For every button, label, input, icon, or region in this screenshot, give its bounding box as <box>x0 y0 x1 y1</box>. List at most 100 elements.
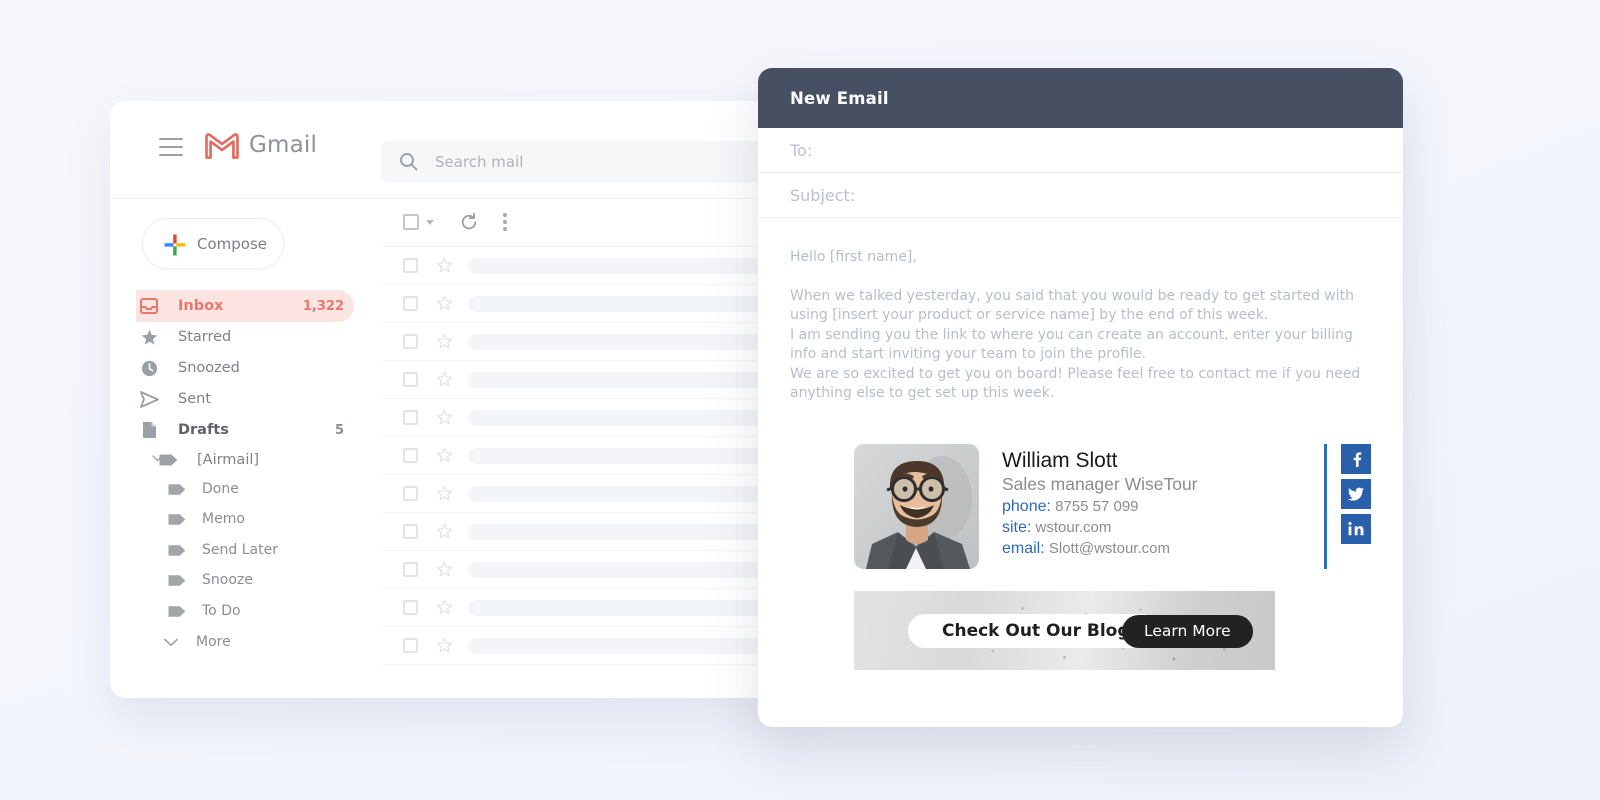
avatar <box>854 443 979 569</box>
sidebar-item-label: More <box>196 634 231 650</box>
sidebar-item-label: Starred <box>178 329 232 345</box>
gmail-sidebar: Compose Inbox 1,322 Starred Snoozed Sent… <box>110 199 381 698</box>
select-all-checkbox[interactable] <box>403 214 419 230</box>
star-icon[interactable] <box>436 447 453 464</box>
mail-list-row[interactable] <box>381 627 810 665</box>
mail-list-row[interactable] <box>381 361 810 399</box>
star-icon[interactable] <box>436 295 453 312</box>
row-checkbox[interactable] <box>403 486 418 501</box>
sidebar-item-send-later[interactable]: Send Later <box>136 535 354 565</box>
compose-button[interactable]: Compose <box>142 218 284 269</box>
row-checkbox[interactable] <box>403 524 418 539</box>
label-icon <box>166 605 188 618</box>
mail-list-row[interactable] <box>381 247 810 285</box>
star-icon[interactable] <box>436 599 453 616</box>
to-field[interactable]: To: <box>758 128 1403 173</box>
signature-site: site: wstour.com <box>1002 517 1310 538</box>
mail-list-row[interactable] <box>381 475 810 513</box>
sidebar-item-label: Done <box>202 481 239 497</box>
mail-list-row[interactable] <box>381 551 810 589</box>
star-icon[interactable] <box>436 409 453 426</box>
sidebar-item-starred[interactable]: Starred <box>136 321 354 353</box>
sidebar-item-memo[interactable]: Memo <box>136 504 354 534</box>
inbox-count: 1,322 <box>302 298 344 314</box>
refresh-icon[interactable] <box>459 212 479 232</box>
inbox-icon <box>136 297 162 315</box>
mail-list-row[interactable] <box>381 399 810 437</box>
star-icon[interactable] <box>436 561 453 578</box>
search-icon <box>399 152 418 171</box>
row-checkbox[interactable] <box>403 372 418 387</box>
row-checkbox[interactable] <box>403 448 418 463</box>
signature-site-value[interactable]: wstour.com <box>1036 519 1112 536</box>
check-out-blog-label: Check Out Our Blog <box>942 620 1130 641</box>
mail-list-row[interactable] <box>381 513 810 551</box>
search-input[interactable]: Search mail <box>381 141 801 183</box>
signature-role: Sales manager WiseTour <box>1002 473 1198 494</box>
compose-title: New Email <box>790 88 889 108</box>
mail-list-row[interactable] <box>381 323 810 361</box>
facebook-icon[interactable] <box>1341 443 1371 474</box>
sidebar-item-done[interactable]: Done <box>136 474 354 504</box>
star-icon[interactable] <box>436 485 453 502</box>
send-icon <box>136 390 162 408</box>
signature-site-label: site: <box>1002 518 1032 536</box>
twitter-icon[interactable] <box>1341 478 1371 509</box>
compose-body[interactable]: Hello [first name], When we talked yeste… <box>758 218 1403 670</box>
row-checkbox[interactable] <box>403 410 418 425</box>
body-greeting: Hello [first name], <box>790 249 917 265</box>
mail-list-row[interactable] <box>381 437 810 475</box>
star-icon[interactable] <box>436 333 453 350</box>
learn-more-button[interactable]: Learn More <box>1122 614 1253 648</box>
draft-icon <box>136 421 162 439</box>
select-all-caret-down-icon[interactable] <box>426 220 434 225</box>
sidebar-item-snooze[interactable]: Snooze <box>136 565 354 595</box>
signature-email-value[interactable]: Slott@wstour.com <box>1049 540 1170 557</box>
linkedin-icon[interactable] <box>1341 513 1371 544</box>
star-icon[interactable] <box>436 637 453 654</box>
star-icon[interactable] <box>436 371 453 388</box>
mail-list-row[interactable] <box>381 285 810 323</box>
email-signature: William Slott Sales manager WiseTour pho… <box>854 443 1371 569</box>
body-paragraph: We are so excited to get you on board! P… <box>790 365 1361 402</box>
mail-list-row[interactable] <box>381 589 810 627</box>
row-checkbox[interactable] <box>403 258 418 273</box>
star-icon <box>136 329 162 346</box>
promo-banner[interactable]: Check Out Our Blog Learn More <box>854 590 1275 670</box>
subject-field-label: Subject: <box>790 185 856 205</box>
sidebar-item-label: Snoozed <box>178 360 240 376</box>
subject-field[interactable]: Subject: <box>758 173 1403 218</box>
sidebar-item-to-do[interactable]: To Do <box>136 596 354 626</box>
row-checkbox[interactable] <box>403 600 418 615</box>
sidebar-item-inbox[interactable]: Inbox 1,322 <box>136 290 354 322</box>
sidebar-item-more[interactable]: More <box>136 627 354 657</box>
sidebar-item-airmail[interactable]: [Airmail] <box>155 444 355 476</box>
mail-list-toolbar <box>381 199 810 247</box>
sidebar-item-sent[interactable]: Sent <box>136 383 354 415</box>
signature-email-label: email: <box>1002 539 1045 557</box>
row-checkbox[interactable] <box>403 334 418 349</box>
body-paragraph: I am sending you the link to where you c… <box>790 326 1353 363</box>
sidebar-item-drafts[interactable]: Drafts 5 <box>136 414 354 446</box>
signature-phone-value: 8755 57 099 <box>1055 497 1139 515</box>
more-vertical-icon[interactable] <box>503 213 507 231</box>
sidebar-item-snoozed[interactable]: Snoozed <box>136 352 354 384</box>
row-checkbox[interactable] <box>403 562 418 577</box>
star-icon[interactable] <box>436 257 453 274</box>
row-checkbox[interactable] <box>403 296 418 311</box>
signature-phone-label: phone: <box>1002 497 1051 515</box>
signature-text: William Slott Sales manager WiseTour pho… <box>1002 444 1310 559</box>
signature-name: William Slott <box>1002 448 1118 472</box>
signature-social-links <box>1324 443 1371 569</box>
sidebar-item-label: Inbox <box>178 298 224 314</box>
gmail-wordmark: Gmail <box>249 132 318 158</box>
gmail-topbar: Gmail Search mail <box>110 101 810 199</box>
signature-phone: phone: 8755 57 099 <box>1002 496 1310 517</box>
gmail-mail-list <box>381 199 810 698</box>
hamburger-icon[interactable] <box>159 138 183 156</box>
star-icon[interactable] <box>436 523 453 540</box>
compose-label: Compose <box>197 235 268 253</box>
row-checkbox[interactable] <box>403 638 418 653</box>
label-icon <box>166 483 188 496</box>
compose-header: New Email <box>758 68 1403 128</box>
